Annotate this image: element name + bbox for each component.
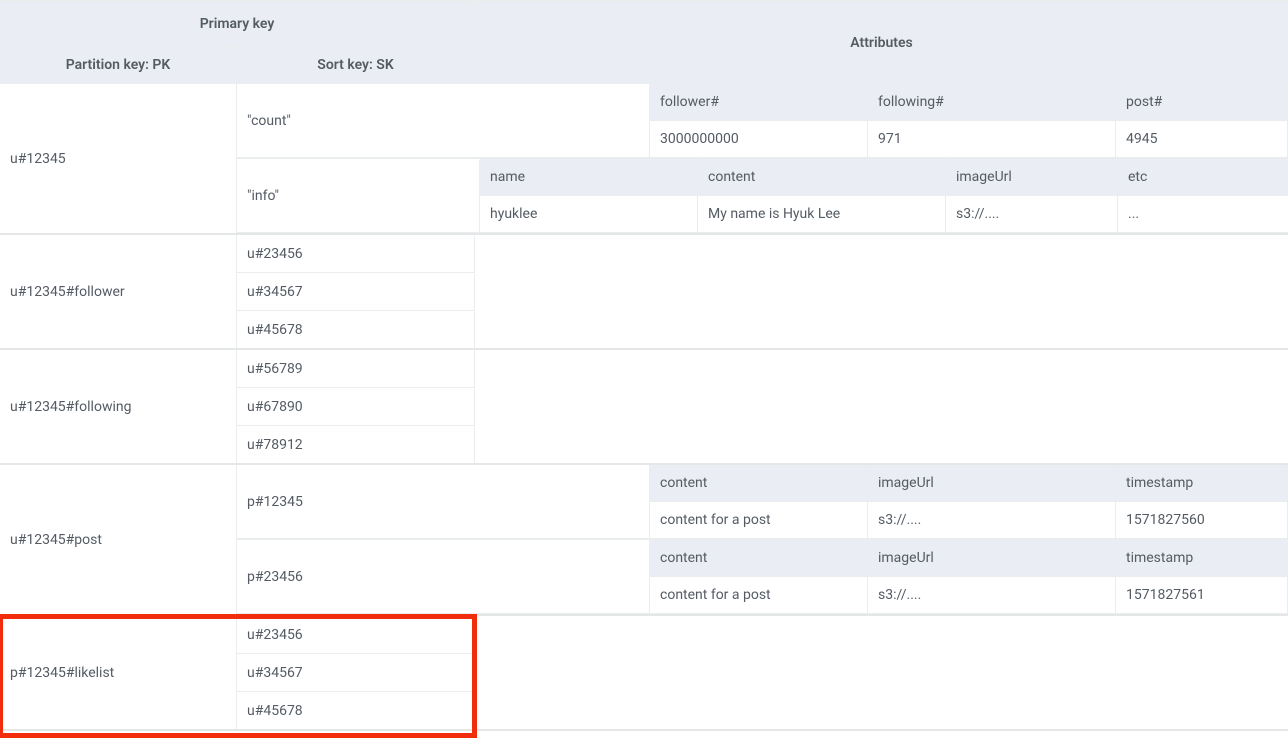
attr-header: name [480, 159, 698, 196]
pk-cell: u#12345#following [0, 350, 237, 463]
primary-key-group: Primary key Partition key: PK Sort key: … [0, 1, 475, 84]
table-row: u#12345#follower u#23456 u#34567 u#45678 [0, 235, 1288, 350]
attr-cell: s3://.... [868, 577, 1116, 614]
sk-cell: u#23456 [237, 616, 475, 654]
attr-header: timestamp [1116, 465, 1288, 502]
dynamodb-table: Primary key Partition key: PK Sort key: … [0, 0, 1288, 731]
sk-cell: p#23456 [237, 540, 650, 614]
primary-key-subheader: Partition key: PK Sort key: SK [0, 47, 474, 84]
attr-header: content [650, 465, 868, 502]
table-row: u#12345#following u#56789 u#67890 u#7891… [0, 350, 1288, 465]
attr-cell: s3://.... [868, 502, 1116, 539]
attr-cell: content for a post [650, 502, 868, 539]
attr-cell: content for a post [650, 577, 868, 614]
sk-cell: u#45678 [237, 311, 475, 348]
attr-header: etc [1118, 159, 1288, 196]
attr-header: following# [868, 84, 1116, 121]
table-header: Primary key Partition key: PK Sort key: … [0, 1, 1288, 84]
attr-header: follower# [650, 84, 868, 121]
sk-cell: p#12345 [237, 465, 650, 539]
sk-cell: u#34567 [237, 273, 475, 311]
sk-cell: u#67890 [237, 388, 475, 426]
pk-cell: u#12345#post [0, 465, 237, 614]
attr-cell: ... [1118, 196, 1288, 233]
sk-cell: u#56789 [237, 350, 475, 388]
attr-header: content [698, 159, 946, 196]
attr-cell: My name is Hyuk Lee [698, 196, 946, 233]
attr-cell: 3000000000 [650, 121, 868, 158]
primary-key-title: Primary key [0, 1, 474, 47]
attr-header: post# [1116, 84, 1288, 121]
attr-cell: 971 [868, 121, 1116, 158]
sk-cell: "count" [237, 84, 650, 158]
attributes-header: Attributes [475, 1, 1288, 84]
attr-cell: 1571827561 [1116, 577, 1288, 614]
attr-header: imageUrl [868, 465, 1116, 502]
attr-cell: hyuklee [480, 196, 698, 233]
sk-cell: u#45678 [237, 692, 475, 729]
attr-header: timestamp [1116, 540, 1288, 577]
sk-cell: u#78912 [237, 426, 475, 463]
partition-key-header: Partition key: PK [0, 47, 237, 83]
attr-header: imageUrl [946, 159, 1118, 196]
attr-cell: 4945 [1116, 121, 1288, 158]
sk-cell: u#23456 [237, 235, 475, 273]
attr-cell: 1571827560 [1116, 502, 1288, 539]
pk-cell: u#12345#follower [0, 235, 237, 348]
sk-cell: u#34567 [237, 654, 475, 692]
pk-cell: p#12345#likelist [0, 616, 237, 729]
table-row: u#12345#post p#12345 content imageUrl ti… [0, 465, 1288, 616]
table-row: u#12345 "count" follower# following# pos… [0, 84, 1288, 235]
table-row: p#12345#likelist u#23456 u#34567 u#45678 [0, 616, 1288, 731]
attr-cell: s3://.... [946, 196, 1118, 233]
attr-header: imageUrl [868, 540, 1116, 577]
attr-header: content [650, 540, 868, 577]
sk-cell: "info" [237, 159, 480, 233]
pk-cell: u#12345 [0, 84, 237, 233]
sort-key-header: Sort key: SK [237, 47, 474, 83]
